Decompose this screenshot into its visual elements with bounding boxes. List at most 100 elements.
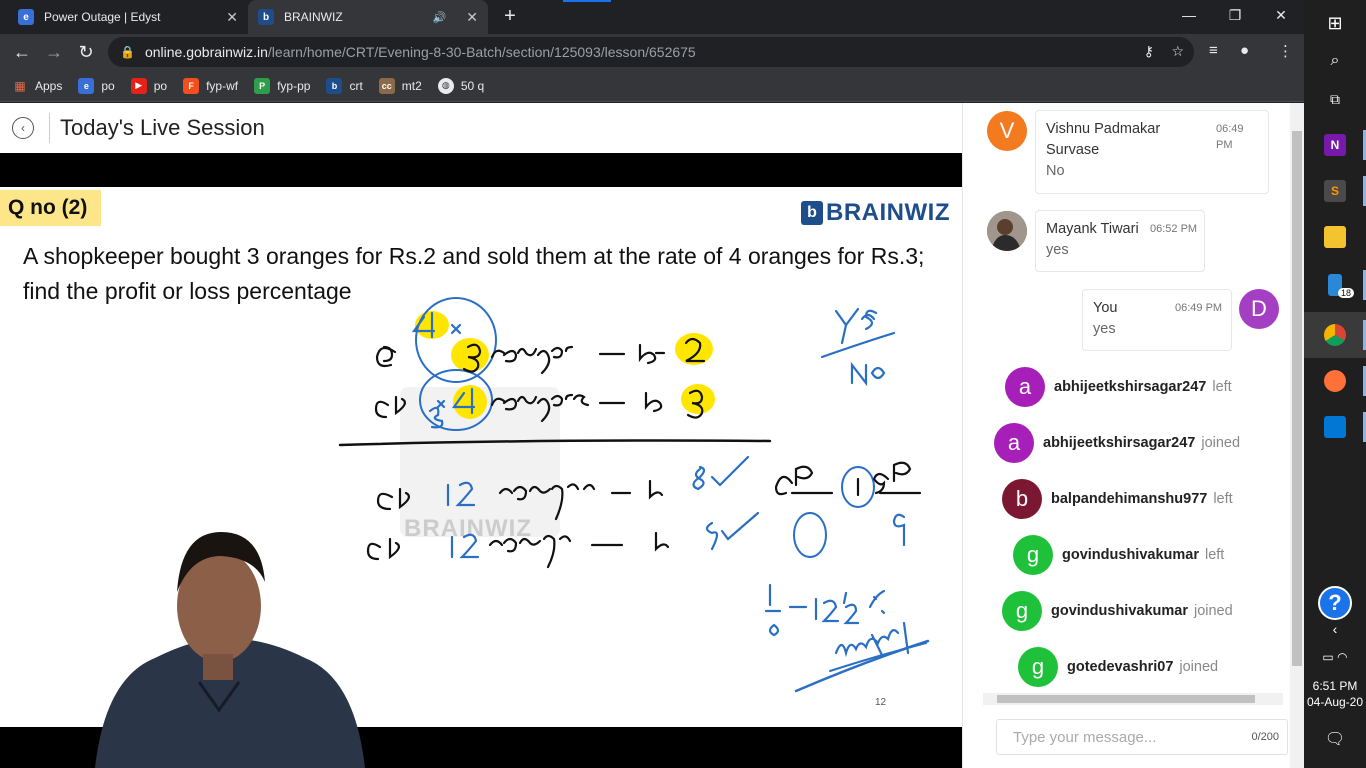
chat-vertical-scrollbar[interactable] [1290,103,1304,768]
file-explorer-app[interactable] [1304,214,1366,260]
sublime-app[interactable]: S [1304,168,1366,214]
chat-panel: V Vishnu Padmakar Survase 06:49 PM No Ma… [962,103,1304,768]
maximize-button[interactable]: ❐ [1212,0,1258,30]
notification-badge: 18 [1338,288,1355,298]
event-action: joined [1201,435,1241,451]
back-button[interactable]: ‹ [12,117,34,139]
tab-brainwiz[interactable]: b BRAINWIZ 🔊 ✕ [248,0,488,34]
tab-title: BRAINWIZ [284,10,343,24]
close-tab-icon[interactable]: ✕ [466,9,478,26]
close-tab-icon[interactable]: ✕ [226,9,238,26]
bookmark-label: 50 q [460,78,485,93]
tab-edyst[interactable]: e Power Outage | Edyst ✕ [8,0,248,34]
photos-icon [1324,416,1346,438]
browser-toolbar: ← → ↻ 🔒 online.gobrainwiz.in/learn/home/… [0,34,1304,70]
profile-icon[interactable]: ● [1240,42,1249,59]
event-user: govindushivakumar [1062,547,1199,563]
minimize-button[interactable]: — [1166,0,1212,30]
system-clock[interactable]: 6:51 PM 04-Aug-20 [1304,678,1366,710]
scrollbar-thumb[interactable] [1292,131,1302,666]
chat-event: a abhijeetkshirsagar247 left [1005,367,1232,407]
star-icon[interactable]: ☆ [1171,43,1184,60]
event-user: abhijeetkshirsagar247 [1043,435,1196,451]
notification-icon[interactable]: 🗨 [1304,716,1366,762]
chrome-app[interactable] [1304,312,1366,358]
avatar: D [1239,289,1279,329]
bookmark-label: crt [349,78,363,93]
media-queue-icon[interactable]: ≡ [1209,42,1218,59]
bookmark-fyp-pp[interactable]: Pfyp-pp [254,77,311,94]
address-bar[interactable]: 🔒 online.gobrainwiz.in/learn/home/CRT/Ev… [108,37,1194,67]
bookmark-label: Apps [35,78,63,93]
globe-icon: ◍ [437,77,454,94]
message-text: yes [1046,242,1069,258]
speaker-icon[interactable]: 🔊 [433,11,447,24]
photos-app[interactable] [1304,404,1366,450]
forward-arrow-icon[interactable]: → [40,38,68,66]
onenote-app[interactable]: N [1304,122,1366,168]
slide-page-number: 12 [875,697,887,708]
chrome-icon [1324,324,1346,346]
event-action: joined [1179,659,1219,675]
bookmark-apps[interactable]: ▦ Apps [12,78,62,94]
chat-event: g govindushivakumar joined [1002,591,1233,631]
task-view-icon[interactable]: ⧉ [1304,76,1366,122]
firefox-icon [1324,370,1346,392]
close-window-button[interactable]: ✕ [1258,0,1304,30]
new-tab-button[interactable]: + [498,4,522,28]
brainwiz-favicon-icon: b [258,9,274,25]
bookmark-label: po [153,78,168,93]
user-photo-icon [987,211,1027,251]
char-count: 0/200 [1251,731,1279,743]
chat-event: a abhijeetkshirsagar247 joined [994,423,1240,463]
message-text: No [1046,163,1065,179]
bookmark-label: po [101,78,115,93]
event-user: govindushivakumar [1051,603,1188,619]
bookmark-crt[interactable]: b crt [326,77,363,94]
brainwiz-icon: b [326,77,343,94]
page-content: ‹ Today's Live Session BRAINWIZ Q no (2)… [0,103,1304,768]
chat-event: g gotedevashri07 joined [1018,647,1218,687]
lock-icon: 🔒 [120,45,135,59]
chat-message: Mayank Tiwari 06:52 PM yes [1035,210,1205,272]
clock-time: 6:51 PM [1312,679,1358,693]
bookmark-mt2[interactable]: cc mt2 [378,77,422,94]
event-user: gotedevashri07 [1067,659,1174,675]
chat-horizontal-scrollbar[interactable] [983,693,1283,705]
bookmark-po-edyst[interactable]: e po [78,77,115,94]
tab-indicator [563,0,611,2]
tab-strip: e Power Outage | Edyst ✕ b BRAINWIZ 🔊 ✕ … [0,0,1304,34]
event-action: left [1213,491,1233,507]
chat-event: b balpandehimanshu977 left [1002,479,1233,519]
scrollbar-thumb[interactable] [997,695,1255,703]
bookmark-po-youtube[interactable]: ▶ po [130,77,168,94]
window-controls: — ❐ ✕ [1166,0,1304,30]
onenote-icon: N [1324,134,1346,156]
video-player[interactable]: BRAINWIZ Q no (2) b BRAINWIZ A shopkeepe… [0,153,962,768]
phone-app[interactable]: 18 [1304,262,1366,308]
event-action: joined [1193,603,1233,619]
url-domain: online.gobrainwiz.in [144,44,268,60]
chat-message-input[interactable]: Type your message... 0/200 [996,719,1288,755]
header-divider [49,113,50,143]
battery-network-icon[interactable]: ▭ ◠ [1304,634,1366,680]
avatar: g [1013,535,1053,575]
event-user: abhijeetkshirsagar247 [1054,379,1207,395]
firefox-app[interactable] [1304,358,1366,404]
key-icon[interactable]: ⚷ [1144,43,1154,60]
bookmark-50q[interactable]: ◍ 50 q [437,77,485,94]
sublime-icon: S [1324,180,1346,202]
avatar: g [1018,647,1058,687]
cc-icon: cc [378,77,395,94]
chart-icon: P [254,77,271,94]
tab-title: Power Outage | Edyst [44,10,161,24]
reload-icon[interactable]: ↻ [72,38,100,66]
sender-name: Vishnu Padmakar Survase [1046,121,1161,158]
bookmarks-bar: ▦ Apps e po ▶ po Ffyp-wf Pfyp-pp b crt cc mt2… [0,70,1304,102]
back-arrow-icon[interactable]: ← [8,38,36,66]
bookmark-label: fyp-pp [277,78,311,93]
bookmark-fyp-wf[interactable]: Ffyp-wf [183,77,238,94]
menu-icon[interactable]: ⋮ [1278,42,1293,60]
apps-grid-icon: ▦ [14,78,26,93]
message-time: 06:52 PM [1150,223,1198,235]
